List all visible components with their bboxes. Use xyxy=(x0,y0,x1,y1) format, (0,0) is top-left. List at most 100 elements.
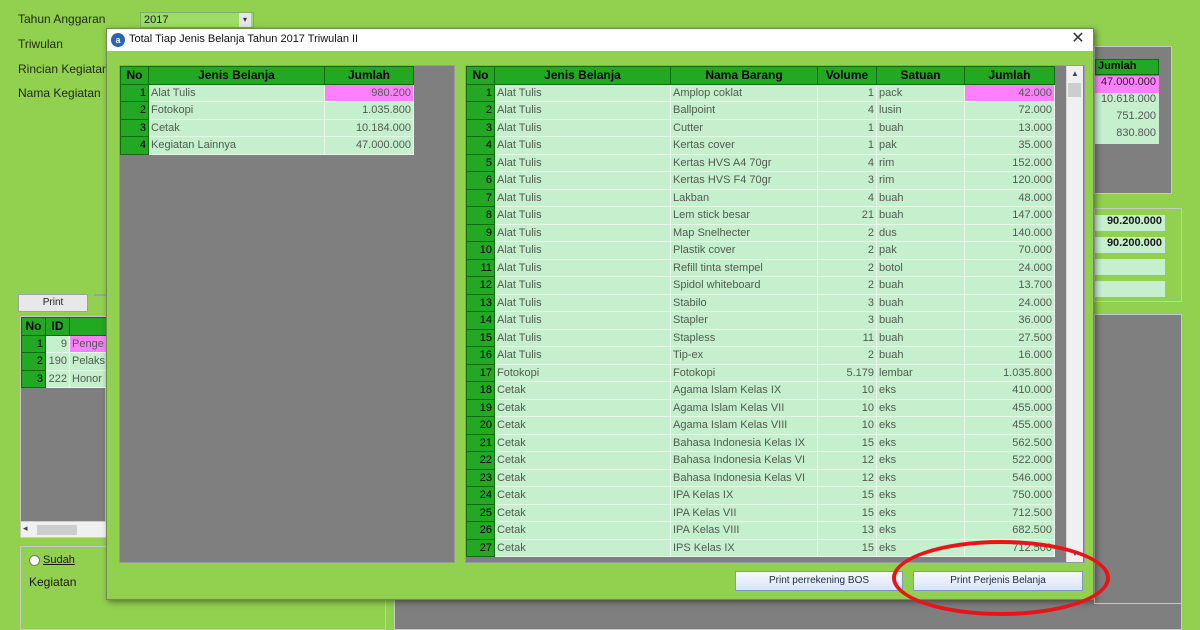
table-row[interactable]: 25 Cetak IPA Kelas VII 15 eks 712.500 xyxy=(466,503,1055,522)
table-row[interactable]: 18 Cetak Agama Islam Kelas IX 10 eks 410.000 xyxy=(466,381,1055,400)
table-row[interactable]: 23 Cetak Bahasa Indonesia Kelas VI 12 eks 546… xyxy=(466,468,1055,487)
table-row[interactable]: 1 Alat Tulis Amplop coklat 1 pack 42.000 xyxy=(466,83,1055,102)
row-no: 26 xyxy=(466,521,495,540)
table-row[interactable]: 7 Alat Tulis Lakban 4 buah 48.000 xyxy=(466,188,1055,207)
row-volume: 1 xyxy=(817,119,877,137)
bg-print-button-2[interactable] xyxy=(94,294,106,296)
close-icon[interactable]: ✕ xyxy=(1069,30,1087,48)
bg-print-button[interactable]: Print xyxy=(18,294,88,312)
row-nama-barang: Ballpoint xyxy=(670,101,818,120)
row-satuan: eks xyxy=(876,504,965,522)
row-no: 27 xyxy=(466,538,495,557)
table-row[interactable]: 24 Cetak IPA Kelas IX 15 eks 750.000 xyxy=(466,486,1055,505)
row-jumlah: 522.000 xyxy=(964,451,1055,470)
print-perrekening-button[interactable]: Print perrekening BOS xyxy=(735,571,903,591)
table-row[interactable]: 17 Fotokopi Fotokopi 5.179 lembar 1.035.800 xyxy=(466,363,1055,382)
table-row[interactable]: 14 Alat Tulis Stapler 3 buah 36.000 xyxy=(466,311,1055,330)
table-row[interactable]: 10 Alat Tulis Plastik cover 2 pak 70.000 xyxy=(466,241,1055,260)
table-row[interactable]: 13 Alat Tulis Stabilo 3 buah 24.000 xyxy=(466,293,1055,312)
table-row[interactable]: 1 Alat Tulis 980.200 xyxy=(120,83,414,102)
scroll-left-icon[interactable]: ◂ xyxy=(23,523,28,534)
table-row[interactable]: 9 Alat Tulis Map Snelhecter 2 dus 140.000 xyxy=(466,223,1055,242)
row-no: 9 xyxy=(466,223,495,242)
row-satuan: rim xyxy=(876,154,965,172)
table-row[interactable]: 2 190 Pelaks xyxy=(21,352,108,371)
row-no: 4 xyxy=(120,136,149,155)
row-volume: 3 xyxy=(817,311,877,330)
row-nama-barang: Agama Islam Kelas IX xyxy=(670,381,818,400)
table-row[interactable]: 3 222 Honor xyxy=(21,369,108,388)
table-row[interactable]: 8 Alat Tulis Lem stick besar 21 buah 147.000 xyxy=(466,206,1055,225)
table-row[interactable]: 5 Alat Tulis Kertas HVS A4 70gr 4 rim 152.000 xyxy=(466,153,1055,172)
bg-header-id: ID xyxy=(45,317,70,336)
horizontal-scrollbar[interactable]: ◂ xyxy=(21,521,107,537)
empty-field[interactable] xyxy=(1095,281,1165,297)
table-row[interactable]: 12 Alat Tulis Spidol whiteboard 2 buah 13.700 xyxy=(466,276,1055,295)
table-row[interactable]: 6 Alat Tulis Kertas HVS F4 70gr 3 rim 120.000 xyxy=(466,171,1055,190)
label-nama-kegiatan: Nama Kegiatan xyxy=(18,86,101,100)
table-row[interactable]: 2 Fotokopi 1.035.800 xyxy=(120,101,414,120)
table-row[interactable]: 16 Alat Tulis Tip-ex 2 buah 16.000 xyxy=(466,346,1055,365)
tahun-anggaran-combo[interactable]: 2017 ▾ xyxy=(140,12,254,28)
table-row[interactable]: 11 Alat Tulis Refill tinta stempel 2 botol 24… xyxy=(466,258,1055,277)
table-row[interactable]: 4 Kegiatan Lainnya 47.000.000 xyxy=(120,136,414,155)
row-satuan: pak xyxy=(876,241,965,260)
row-jenis-belanja: Cetak xyxy=(494,381,671,400)
row-name: Penge xyxy=(69,335,108,353)
tahun-value: 2017 xyxy=(144,14,169,26)
sudah-radio[interactable] xyxy=(29,555,40,566)
table-row[interactable]: 15 Alat Tulis Stapless 11 buah 27.500 xyxy=(466,328,1055,347)
row-satuan: eks xyxy=(876,521,965,540)
row-nama-barang: Kertas cover xyxy=(670,136,818,155)
table-row[interactable]: 26 Cetak IPA Kelas VIII 13 eks 682.500 xyxy=(466,521,1055,540)
row-nama-barang: Bahasa Indonesia Kelas VI xyxy=(670,451,818,470)
row-no: 19 xyxy=(466,398,495,417)
vertical-scrollbar[interactable]: ▲ ▼ xyxy=(1066,66,1083,562)
row-volume: 3 xyxy=(817,294,877,312)
table-row[interactable]: 22 Cetak Bahasa Indonesia Kelas VI 12 eks 522… xyxy=(466,451,1055,470)
row-volume: 1 xyxy=(817,84,877,102)
row-id: 9 xyxy=(45,335,70,353)
scroll-thumb[interactable] xyxy=(37,525,77,535)
row-no: 3 xyxy=(466,118,495,137)
chevron-down-icon[interactable]: ▾ xyxy=(239,13,251,27)
bg-right-value: 830.800 xyxy=(1095,127,1159,144)
row-nama-barang: Plastik cover xyxy=(670,241,818,260)
table-row[interactable]: 19 Cetak Agama Islam Kelas VII 10 eks 455.000 xyxy=(466,398,1055,417)
row-satuan: buah xyxy=(876,189,965,207)
row-nama-barang: Agama Islam Kelas VII xyxy=(670,399,818,417)
table-row[interactable]: 2 Alat Tulis Ballpoint 4 lusin 72.000 xyxy=(466,101,1055,120)
total-field[interactable]: 90.200.000 xyxy=(1095,237,1165,253)
dialog-titlebar[interactable]: a Total Tiap Jenis Belanja Tahun 2017 Tr… xyxy=(107,29,1093,51)
row-jenis-belanja: Cetak xyxy=(148,119,325,137)
row-jenis-belanja: Kegiatan Lainnya xyxy=(148,136,325,155)
row-satuan: botol xyxy=(876,259,965,277)
row-satuan: eks xyxy=(876,381,965,400)
bg-right-grid: Jumlah 47.000.000 10.618.000 751.200 830… xyxy=(1094,46,1172,194)
header-volume: Volume xyxy=(817,66,877,85)
scroll-thumb[interactable] xyxy=(1068,83,1081,97)
table-row[interactable]: 1 9 Penge xyxy=(21,334,108,353)
row-no: 21 xyxy=(466,433,495,452)
row-volume: 10 xyxy=(817,416,877,435)
row-satuan: dus xyxy=(876,224,965,242)
empty-field[interactable] xyxy=(1095,259,1165,275)
table-row[interactable]: 3 Cetak 10.184.000 xyxy=(120,118,414,137)
row-jumlah: 455.000 xyxy=(964,399,1055,417)
row-jenis-belanja: Alat Tulis xyxy=(494,224,671,242)
row-jumlah: 35.000 xyxy=(964,136,1055,155)
row-no: 12 xyxy=(466,276,495,295)
scroll-up-icon[interactable]: ▲ xyxy=(1067,66,1083,82)
header-jenis-belanja: Jenis Belanja xyxy=(494,66,671,85)
row-satuan: eks xyxy=(876,416,965,435)
row-nama-barang: Bahasa Indonesia Kelas VI xyxy=(670,469,818,487)
row-jenis-belanja: Alat Tulis xyxy=(148,84,325,102)
row-no: 2 xyxy=(466,101,495,120)
row-satuan: buah xyxy=(876,206,965,225)
row-jenis-belanja: Alat Tulis xyxy=(494,294,671,312)
table-row[interactable]: 21 Cetak Bahasa Indonesia Kelas IX 15 eks 562… xyxy=(466,433,1055,452)
table-row[interactable]: 3 Alat Tulis Cutter 1 buah 13.000 xyxy=(466,118,1055,137)
table-row[interactable]: 20 Cetak Agama Islam Kelas VIII 10 eks 455.00… xyxy=(466,416,1055,435)
table-row[interactable]: 4 Alat Tulis Kertas cover 1 pak 35.000 xyxy=(466,136,1055,155)
total-field[interactable]: 90.200.000 xyxy=(1095,215,1165,231)
